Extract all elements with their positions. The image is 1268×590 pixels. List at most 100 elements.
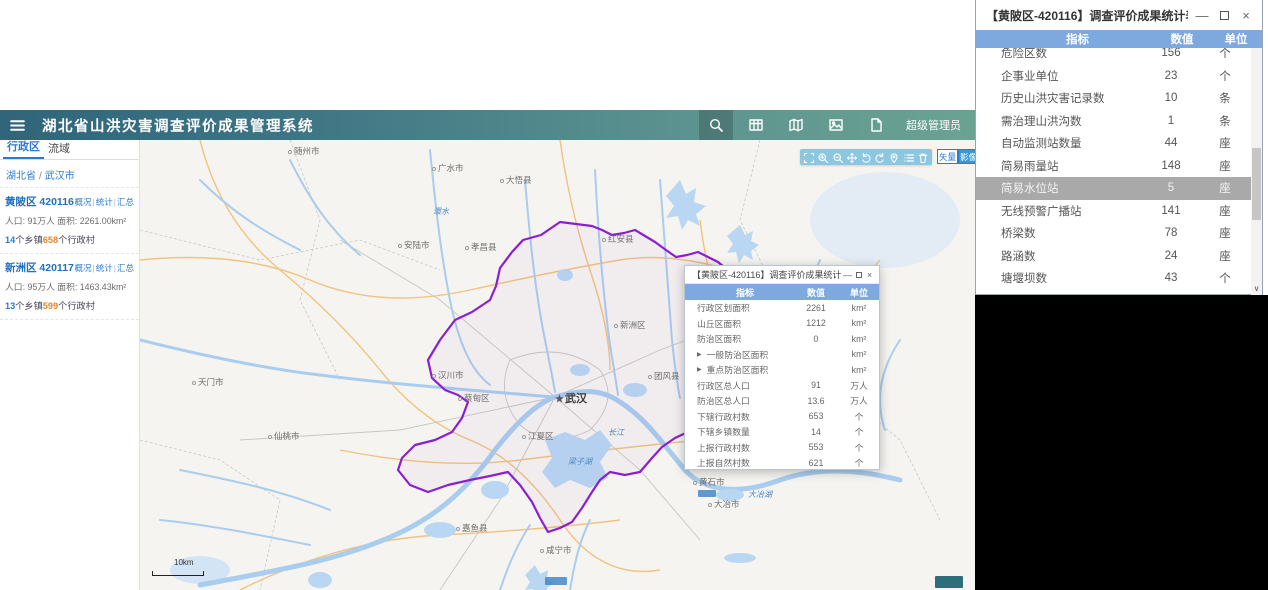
villages-suffix: 个行政村 bbox=[58, 301, 95, 311]
list-button[interactable] bbox=[903, 151, 915, 163]
panel-table-header: 指标 数值 单位 bbox=[976, 30, 1262, 48]
row-label: 防治区面积 bbox=[697, 334, 741, 345]
towns-suffix: 个乡镇 bbox=[15, 235, 43, 245]
row-label: 需治理山洪沟数 bbox=[1001, 115, 1082, 128]
marker-button[interactable] bbox=[888, 151, 900, 164]
app-title: 湖北省山洪灾害调查评价成果管理系统 bbox=[42, 118, 314, 135]
zoom-out-icon bbox=[832, 151, 844, 164]
table-row[interactable]: 历史山洪灾害记录数 10 条 bbox=[976, 87, 1251, 110]
table-row[interactable]: ▶ 重点防治区面积 km² bbox=[685, 362, 879, 378]
district-link[interactable]: 汇总 bbox=[117, 197, 134, 207]
table-row[interactable]: 下辖乡镇数量 14 个 bbox=[685, 424, 879, 440]
image-button[interactable] bbox=[819, 110, 853, 140]
zoom-out-button[interactable] bbox=[832, 151, 844, 164]
breadcrumb-link[interactable]: 湖北省 bbox=[6, 171, 36, 182]
table-row[interactable]: 自动监测站数量 44 座 bbox=[976, 132, 1251, 155]
table-button[interactable] bbox=[739, 110, 773, 140]
row-label: 一般防治区面积 bbox=[706, 349, 769, 360]
row-value: 5 bbox=[1167, 182, 1175, 195]
dialog-window-controls: — × bbox=[842, 269, 875, 280]
row-value: 1 bbox=[1167, 114, 1175, 127]
maximize-icon[interactable] bbox=[853, 269, 864, 280]
table-row[interactable]: 无线预警广播站 141 座 bbox=[976, 200, 1251, 223]
district-name[interactable]: 新洲区 420117 bbox=[5, 260, 74, 275]
search-button[interactable] bbox=[699, 110, 733, 140]
minimize-icon[interactable]: — bbox=[842, 269, 853, 280]
map-button[interactable] bbox=[779, 110, 813, 140]
row-unit: 座 bbox=[1219, 160, 1231, 173]
row-value: 23 bbox=[1164, 69, 1178, 82]
column-header: 指标 bbox=[1066, 34, 1089, 46]
table-row[interactable]: 上报行政村数 553 个 bbox=[685, 440, 879, 456]
district-counts: 14个乡镇658个行政村 bbox=[5, 232, 134, 246]
panel-scrollbar[interactable]: ∨ bbox=[1251, 48, 1262, 295]
row-unit: 座 bbox=[1219, 183, 1231, 196]
panel-titlebar[interactable]: 【黄陂区-420116】调查评价成果统计表 — × bbox=[976, 0, 1262, 30]
extent-button[interactable] bbox=[803, 151, 815, 164]
towns-count: 13 bbox=[5, 301, 16, 311]
district-link[interactable]: 统计 bbox=[96, 263, 113, 273]
basemap-button[interactable]: 矢量 bbox=[937, 149, 958, 164]
row-value: 78 bbox=[1164, 227, 1178, 240]
table-row[interactable]: 简易水位站 5 座 bbox=[976, 177, 1251, 200]
chevron-down-icon[interactable]: ∨ bbox=[1251, 281, 1262, 295]
sidebar-tab[interactable]: 流域 bbox=[44, 138, 74, 159]
district-link[interactable]: 概况 bbox=[75, 197, 92, 207]
row-label: 塘堰坝数 bbox=[1001, 273, 1047, 286]
breadcrumb-link[interactable]: 武汉市 bbox=[45, 171, 75, 182]
district-item: 黄陂区 420116 概况|统计|汇总 人口: 91万人 面积: 2261.00km… bbox=[0, 188, 139, 254]
row-unit: km² bbox=[851, 364, 867, 375]
district-list: 黄陂区 420116 概况|统计|汇总 人口: 91万人 面积: 2261.00km… bbox=[0, 188, 139, 320]
maximize-icon[interactable] bbox=[1216, 7, 1232, 23]
table-row[interactable]: 防治区总人口 13.6 万人 bbox=[685, 393, 879, 409]
file-button[interactable] bbox=[859, 110, 893, 140]
table-row[interactable]: 防治区面积 0 km² bbox=[685, 331, 879, 347]
table-row[interactable]: 塘堰坝数 43 个 bbox=[976, 267, 1251, 290]
row-value: 553 bbox=[808, 442, 824, 453]
map-canvas[interactable]: 随州市 广水市 大悟县 安陆市 孝昌县 红安县 天门市 汉川市 仙桃市 新洲区 团风县 蔡甸区 ★武汉江… bbox=[140, 140, 975, 590]
close-icon[interactable]: × bbox=[864, 269, 875, 280]
link-separator: | bbox=[92, 196, 95, 207]
table-row[interactable]: 行政区划面积 2261 km² bbox=[685, 300, 879, 316]
district-counts: 13个乡镇599个行政村 bbox=[5, 298, 134, 312]
pan-button[interactable] bbox=[846, 151, 858, 164]
table-row[interactable]: 上报自然村数 621 个 bbox=[685, 455, 879, 471]
table-row[interactable]: 下辖行政村数 653 个 bbox=[685, 409, 879, 425]
district-link[interactable]: 统计 bbox=[96, 197, 113, 207]
link-separator: | bbox=[92, 262, 95, 273]
table-row[interactable]: 路涵数 24 座 bbox=[976, 245, 1251, 268]
row-value: 14 bbox=[811, 426, 821, 437]
sidebar-tab[interactable]: 行政区 bbox=[3, 136, 44, 159]
district-link[interactable]: 汇总 bbox=[117, 263, 134, 273]
table-row[interactable]: 行政区总人口 91 万人 bbox=[685, 378, 879, 394]
district-links: 概况|统计|汇总 bbox=[75, 262, 134, 274]
undo-button[interactable] bbox=[860, 151, 872, 163]
redo-icon bbox=[874, 151, 886, 163]
user-name[interactable]: 超级管理员 bbox=[906, 117, 961, 133]
scrollbar-thumb[interactable] bbox=[1252, 148, 1261, 220]
row-unit: 万人 bbox=[850, 396, 868, 407]
trash-button[interactable] bbox=[917, 151, 929, 164]
table-row[interactable]: 危险区数 156 个 bbox=[976, 48, 1251, 65]
district-link[interactable]: 概况 bbox=[75, 263, 92, 273]
zoom-in-button[interactable] bbox=[817, 151, 829, 164]
table-row[interactable]: 需治理山洪沟数 1 条 bbox=[976, 110, 1251, 133]
close-icon[interactable]: × bbox=[1238, 7, 1254, 23]
table-row[interactable]: ▶ 一般防治区面积 km² bbox=[685, 347, 879, 363]
table-row[interactable]: 桥梁数 78 座 bbox=[976, 222, 1251, 245]
minimize-icon[interactable]: — bbox=[1194, 7, 1210, 23]
redo-button[interactable] bbox=[874, 151, 886, 163]
row-label: 下辖行政村数 bbox=[697, 411, 750, 422]
table-row[interactable]: 山丘区面积 1212 km² bbox=[685, 316, 879, 332]
row-unit: 座 bbox=[1219, 205, 1231, 218]
district-name[interactable]: 黄陂区 420116 bbox=[5, 194, 74, 209]
dialog-titlebar[interactable]: 【黄陂区-420116】调查评价成果统计表 — × bbox=[685, 266, 879, 284]
basemap-button[interactable]: 影像 bbox=[958, 149, 975, 164]
table-row[interactable]: 企事业单位 23 个 bbox=[976, 65, 1251, 88]
district-links: 概况|统计|汇总 bbox=[75, 196, 134, 208]
table-row[interactable]: 简易雨量站 148 座 bbox=[976, 155, 1251, 178]
row-label: 山丘区面积 bbox=[697, 318, 741, 329]
screen: 湖北省山洪灾害调查评价成果管理系统 超级管理员 行政区 流域 湖北省 / 武汉市 黄陂… bbox=[0, 0, 1268, 590]
file-icon bbox=[868, 117, 884, 133]
map-application: 湖北省山洪灾害调查评价成果管理系统 超级管理员 行政区 流域 湖北省 / 武汉市 黄陂… bbox=[0, 0, 975, 590]
